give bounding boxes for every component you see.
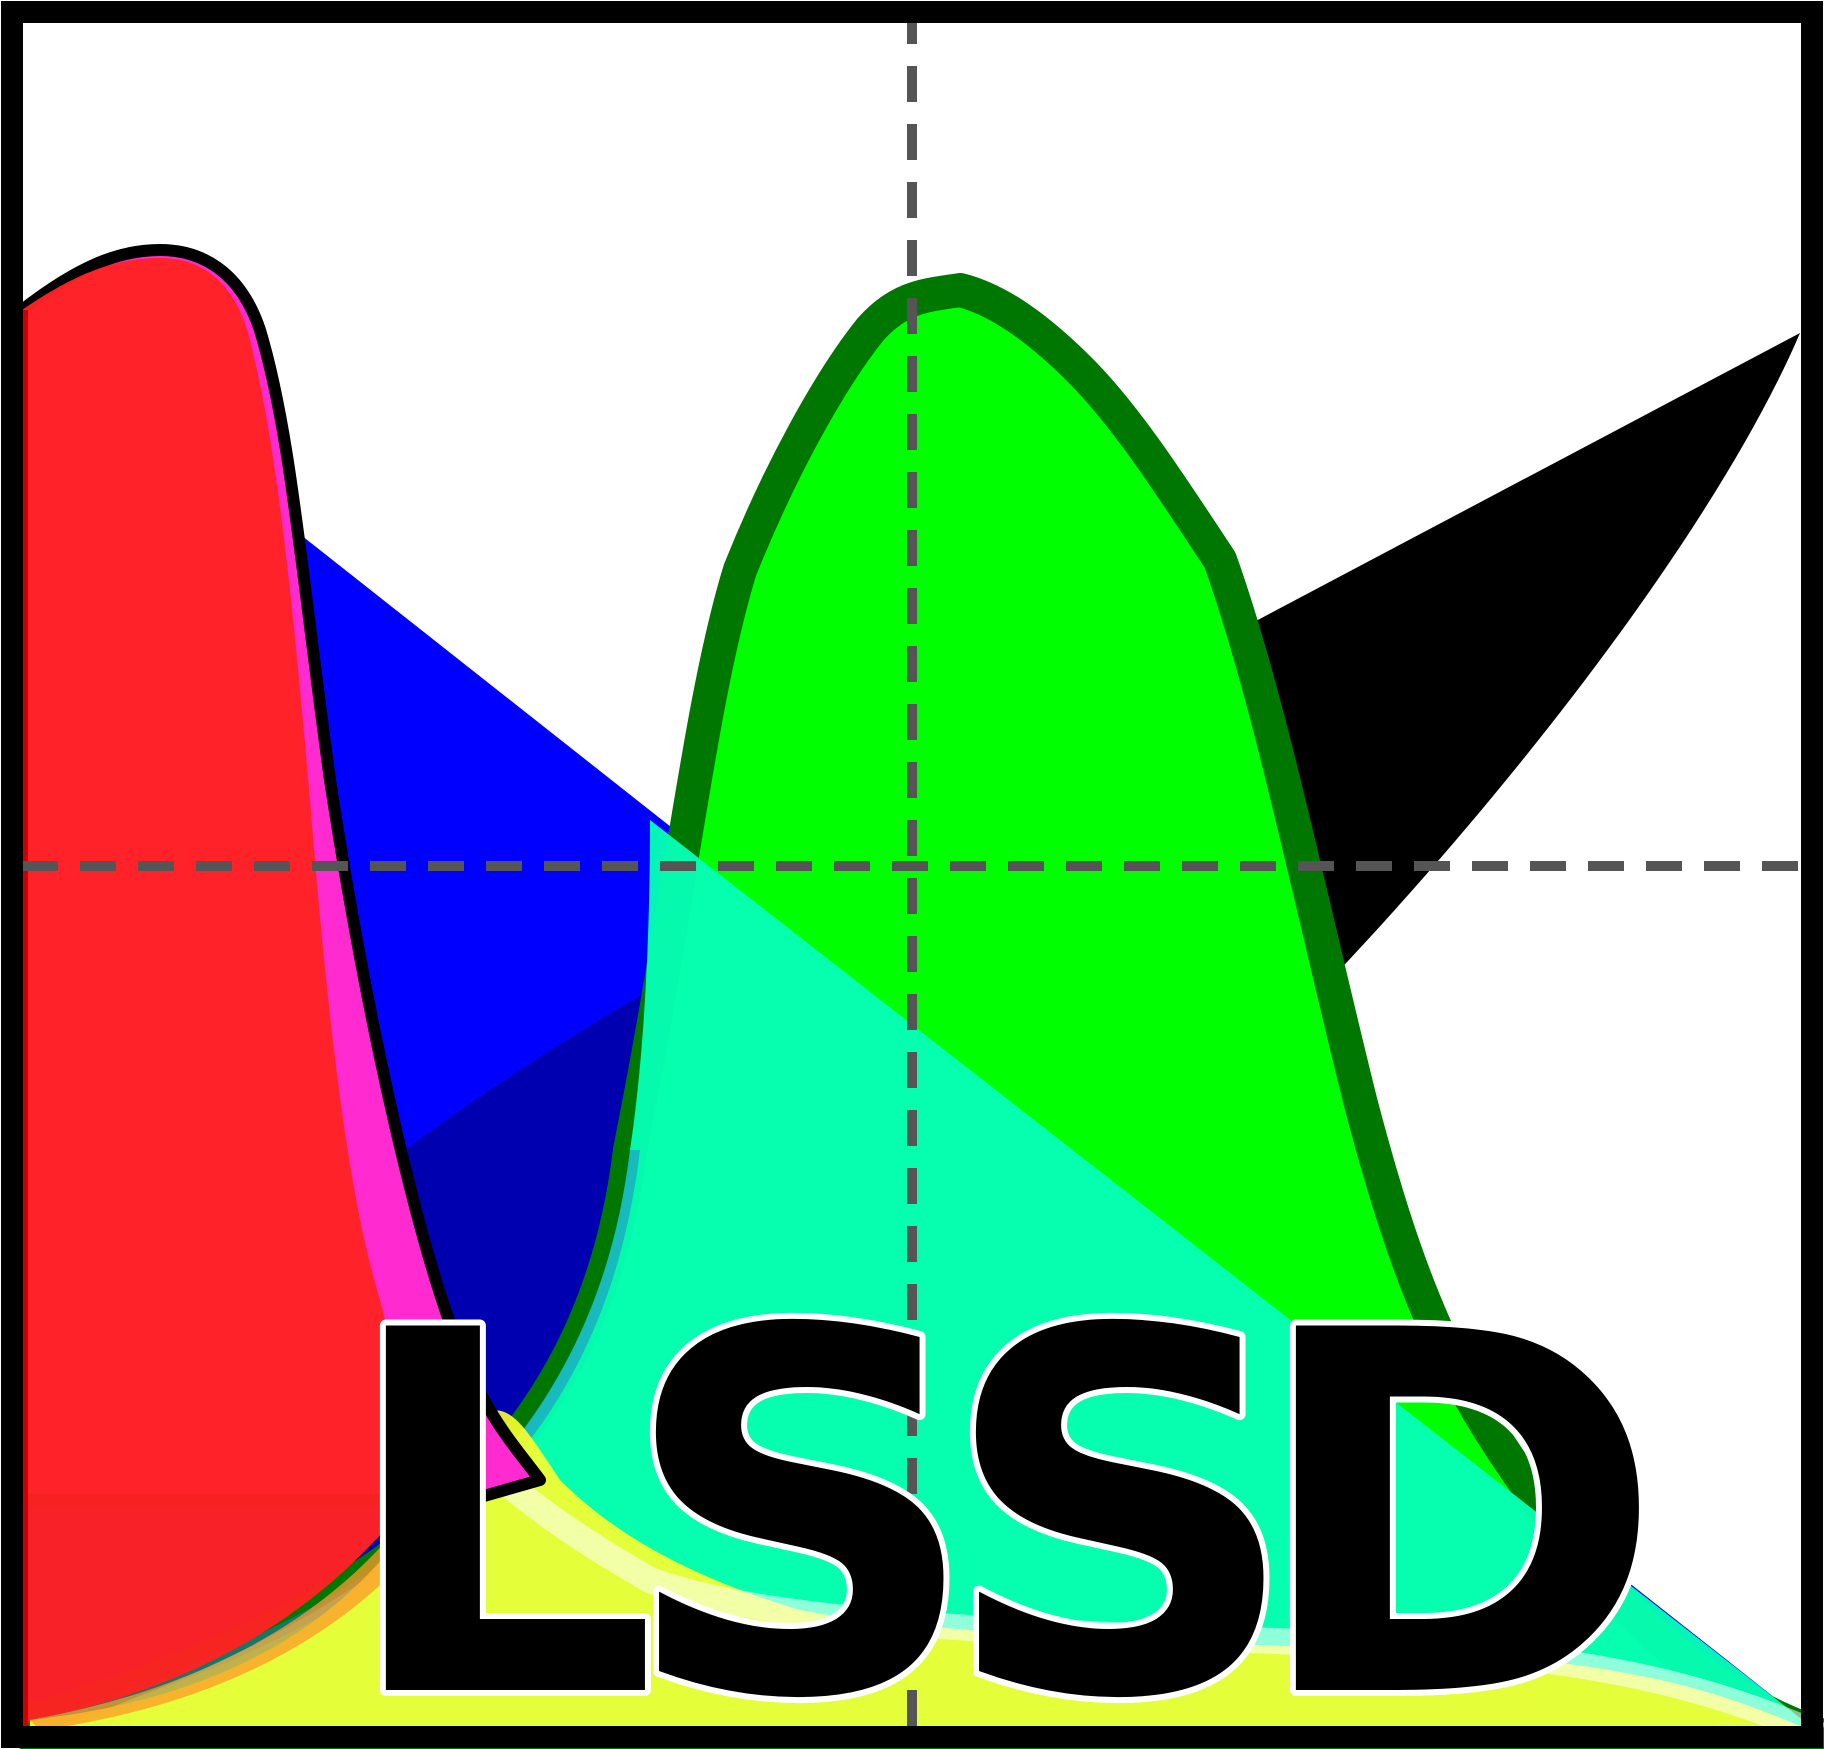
logo-letter-d: D bbox=[1250, 1226, 1665, 1749]
logo-letter-l: L bbox=[340, 1226, 659, 1749]
logo-letter-s2: S bbox=[940, 1226, 1300, 1749]
lssd-logo: L S S D bbox=[1, 1, 1824, 1749]
logo-letter-s1: S bbox=[620, 1226, 980, 1749]
